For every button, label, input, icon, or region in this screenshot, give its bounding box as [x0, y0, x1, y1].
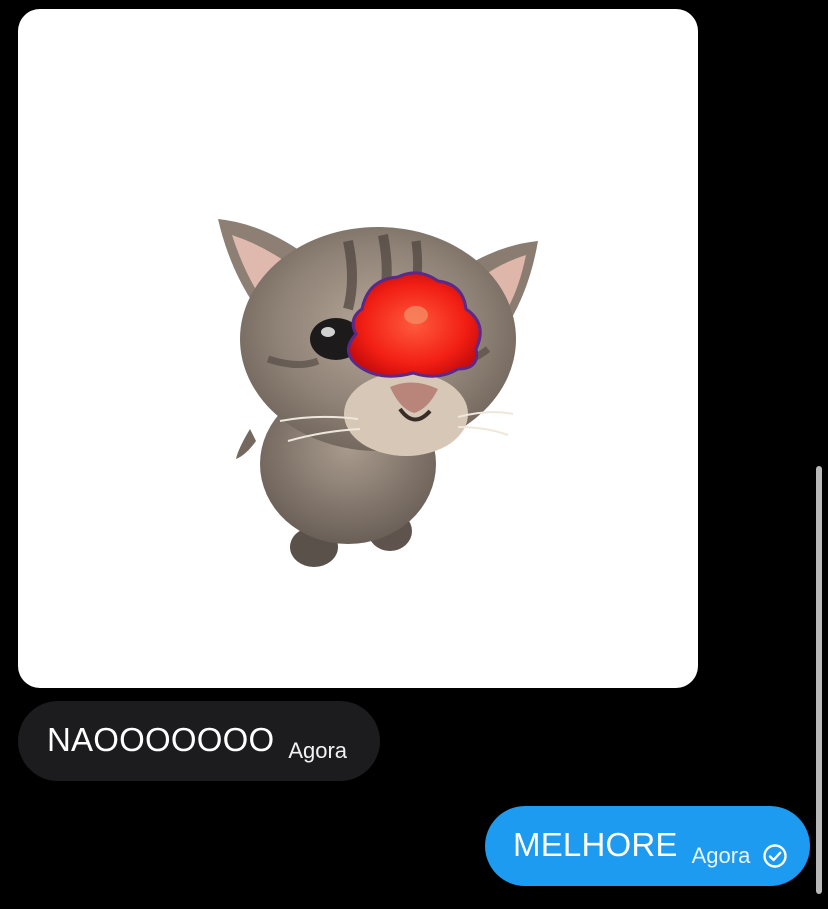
read-check-circle-icon: [762, 843, 788, 869]
message-timestamp: Agora: [288, 738, 348, 763]
message-text: NAOOOOOOO: [47, 720, 275, 758]
message-text: MELHORE: [513, 825, 678, 863]
kitten-photo: [218, 219, 538, 567]
image-message[interactable]: [18, 9, 698, 688]
outgoing-message-bubble[interactable]: MELHORE Agora: [485, 806, 810, 886]
incoming-message-bubble[interactable]: NAOOOOOOO Agora: [18, 701, 380, 781]
message-timestamp: Agora: [691, 843, 751, 868]
scrollbar-thumb[interactable]: [816, 466, 822, 894]
